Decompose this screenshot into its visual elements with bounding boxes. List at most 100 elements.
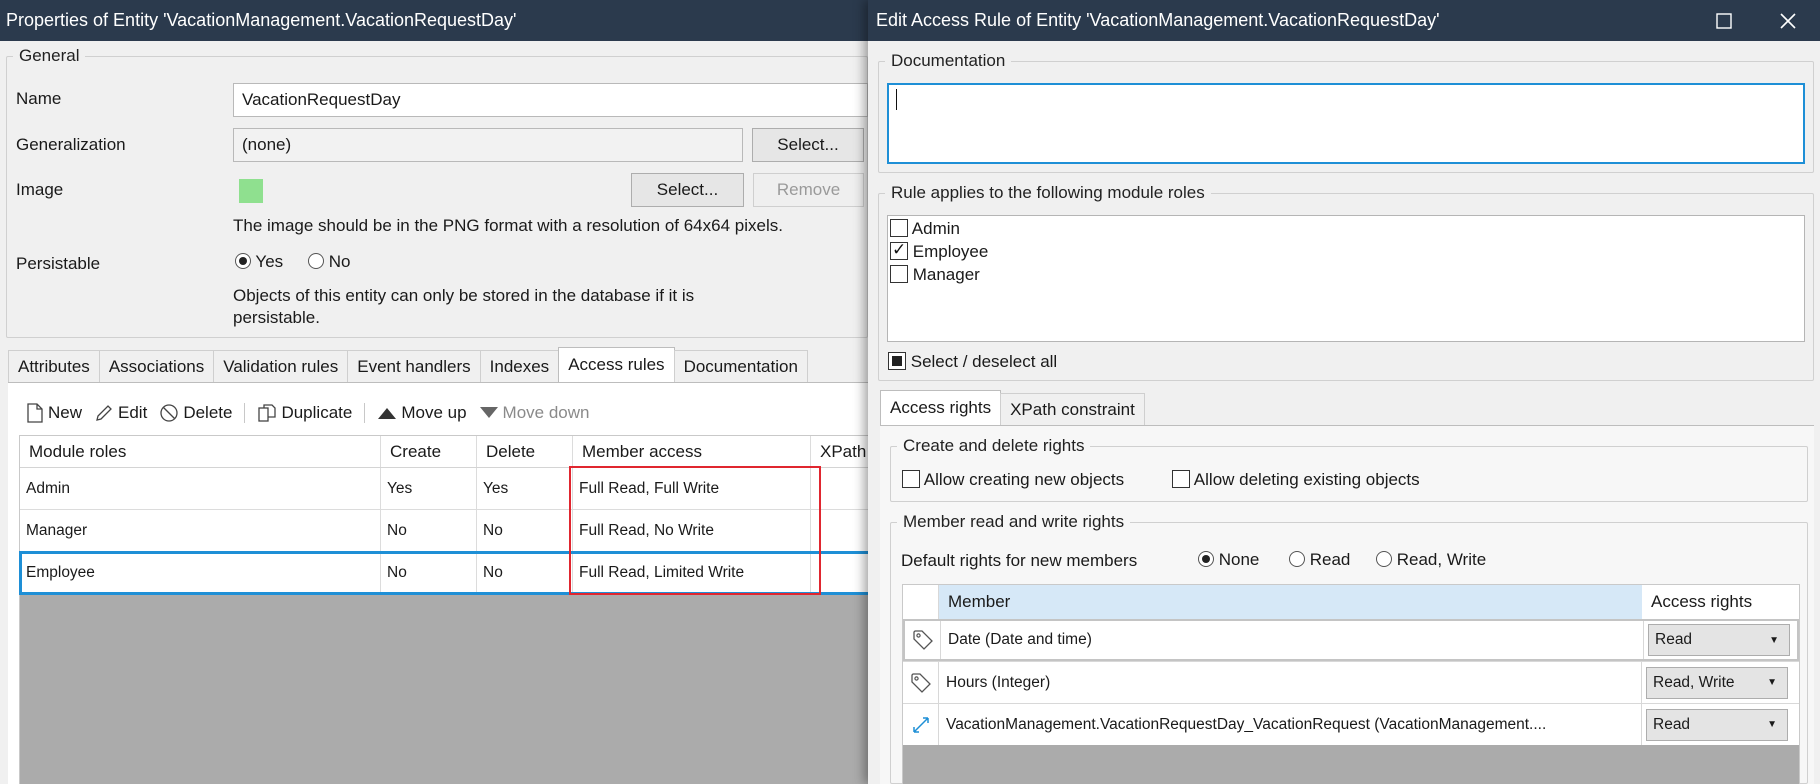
image-remove-button[interactable]: Remove [753, 173, 864, 207]
documentation-textarea[interactable] [887, 83, 1805, 164]
member-row[interactable]: Date (Date and time) Read ▼ [903, 619, 1799, 661]
member-access-cell: Read ▼ [1644, 621, 1797, 659]
default-none-label: None [1218, 550, 1260, 569]
duplicate-icon [258, 404, 277, 422]
default-readwrite-radio[interactable] [1376, 551, 1392, 567]
access-rights-dropdown[interactable]: Read, Write ▼ [1646, 666, 1788, 699]
persistable-yes-radio[interactable] [235, 253, 251, 269]
header-module-roles[interactable]: Module roles [20, 436, 381, 467]
new-button-label: New [48, 403, 83, 422]
role-checkbox-manager[interactable] [890, 265, 908, 283]
chevron-down-icon: ▼ [1767, 677, 1777, 688]
cell-delete: No [477, 552, 573, 593]
tab-access-rights[interactable]: Access rights [880, 390, 1002, 425]
persistable-yes-option[interactable]: Yes [235, 252, 283, 272]
generalization-select-button[interactable]: Select... [752, 128, 864, 162]
generalization-label: Generalization [16, 135, 126, 154]
pencil-icon [96, 405, 112, 421]
select-all-option[interactable]: Select / deselect all [888, 352, 1057, 372]
general-legend: General [19, 46, 80, 65]
allow-create-label: Allow creating new objects [923, 470, 1125, 489]
maximize-button[interactable] [1692, 0, 1756, 41]
move-down-button[interactable]: Move down [479, 403, 589, 423]
persistable-no-option[interactable]: No [308, 252, 350, 272]
tab-attributes[interactable]: Attributes [8, 350, 100, 382]
persistable-no-radio[interactable] [308, 253, 324, 269]
tag-icon [910, 672, 931, 693]
default-read-label: Read [1309, 550, 1351, 569]
allow-create-option[interactable]: Allow creating new objects [902, 470, 1124, 490]
delete-button[interactable]: Delete [159, 403, 232, 423]
triangle-up-icon [378, 408, 397, 419]
delete-button-label: Delete [183, 403, 233, 422]
image-preview [239, 179, 263, 203]
cell-delete: Yes [477, 468, 573, 509]
role-checkbox-employee[interactable] [890, 240, 908, 260]
tab-xpath-constraint[interactable]: XPath constraint [1000, 393, 1145, 425]
header-create[interactable]: Create [381, 436, 477, 467]
persistable-yes-label: Yes [255, 252, 284, 271]
persistable-hint-line2: persistable. [233, 308, 320, 327]
member-rights-legend: Member read and write rights [903, 512, 1125, 531]
default-read-radio[interactable] [1289, 551, 1305, 567]
member-row[interactable]: VacationManagement.VacationRequestDay_Va… [903, 703, 1799, 745]
access-rights-value: Read [1653, 715, 1691, 733]
role-checkbox-admin[interactable] [890, 219, 908, 237]
cell-delete: No [477, 510, 573, 551]
cell-create: No [381, 510, 477, 551]
move-up-button[interactable]: Move up [377, 403, 467, 423]
grid-empty-area [20, 594, 868, 784]
maximize-icon [1716, 12, 1732, 29]
image-select-button[interactable]: Select... [631, 173, 744, 207]
access-rights-dropdown[interactable]: Read ▼ [1646, 708, 1788, 741]
allow-delete-checkbox[interactable] [1172, 470, 1190, 488]
role-item-manager[interactable]: Manager [890, 265, 980, 285]
header-xpath[interactable]: XPath [811, 436, 868, 467]
allow-delete-option[interactable]: Allow deleting existing objects [1172, 470, 1420, 490]
edit-button[interactable]: Edit [94, 403, 147, 423]
tab-validation-rules[interactable]: Validation rules [213, 350, 349, 382]
default-readwrite-option[interactable]: Read, Write [1376, 550, 1486, 570]
module-roles-list: Admin Employee Manager [887, 215, 1805, 342]
create-delete-legend: Create and delete rights [903, 436, 1085, 455]
role-item-employee[interactable]: Employee [890, 240, 989, 262]
default-none-option[interactable]: None [1198, 550, 1259, 570]
member-access-cell: Read ▼ [1642, 704, 1799, 745]
header-icon-column [903, 585, 939, 619]
close-button[interactable] [1756, 0, 1820, 41]
default-none-radio[interactable] [1198, 551, 1214, 567]
member-grid-header: Member Access rights [903, 585, 1799, 619]
tab-event-handlers[interactable]: Event handlers [347, 350, 481, 382]
header-delete[interactable]: Delete [477, 436, 573, 467]
header-access-rights[interactable]: Access rights [1642, 585, 1799, 619]
role-item-admin[interactable]: Admin [890, 219, 960, 239]
member-rights-grid: Member Access rights Date (Date and time… [902, 584, 1800, 784]
move-up-button-label: Move up [401, 403, 467, 422]
member-row[interactable]: Hours (Integer) Read, Write ▼ [903, 661, 1799, 703]
new-button[interactable]: New [26, 403, 82, 423]
toolbar-separator [244, 403, 246, 423]
duplicate-button[interactable]: Duplicate [257, 403, 352, 423]
grid-header: Module roles Create Delete Member access… [20, 436, 868, 468]
default-read-option[interactable]: Read [1289, 550, 1350, 570]
tab-indexes[interactable]: Indexes [479, 350, 560, 382]
tab-documentation[interactable]: Documentation [673, 350, 808, 382]
toolbar-separator [364, 403, 366, 423]
cell-create: No [381, 552, 477, 593]
tab-access-rules[interactable]: Access rules [558, 347, 675, 382]
allow-create-checkbox[interactable] [902, 470, 920, 488]
role-label-admin: Admin [911, 219, 960, 238]
header-member-access[interactable]: Member access [573, 436, 811, 467]
header-member[interactable]: Member [939, 585, 1642, 619]
tab-associations[interactable]: Associations [98, 350, 215, 382]
create-delete-group: Create and delete rights [890, 436, 1808, 502]
name-input[interactable]: VacationRequestDay [233, 83, 868, 117]
edit-access-rule-title: Edit Access Rule of Entity 'VacationMana… [876, 10, 1440, 30]
role-label-employee: Employee [912, 242, 989, 261]
chevron-down-icon: ▼ [1769, 634, 1779, 646]
access-rights-value: Read [1655, 631, 1693, 648]
member-grid-empty-area [903, 745, 1799, 784]
access-rules-toolbar: New Edit Delete Duplicate Move up Move d… [26, 403, 601, 423]
access-rights-dropdown[interactable]: Read ▼ [1648, 624, 1790, 656]
select-all-checkbox[interactable] [888, 352, 906, 370]
